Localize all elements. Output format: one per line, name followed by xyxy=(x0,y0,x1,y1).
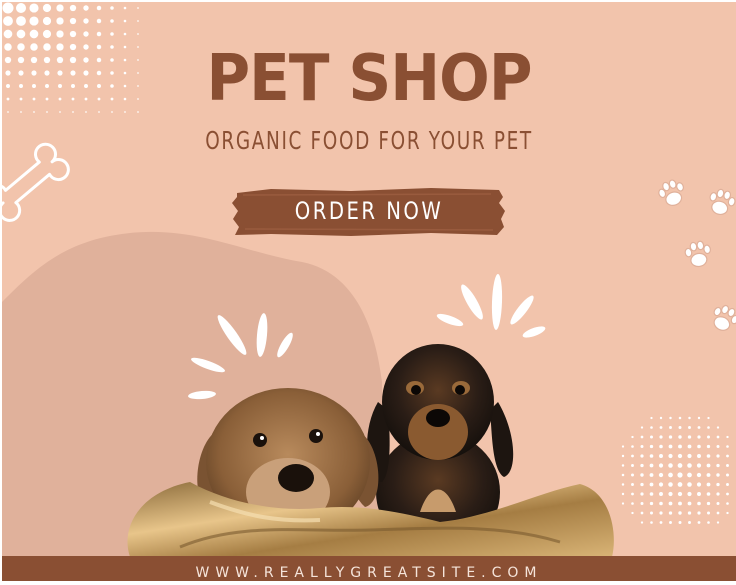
footer-bar: WWW.REALLYGREATSITE.COM xyxy=(2,556,736,581)
bone-icon xyxy=(2,142,70,222)
page-title: PET SHOP xyxy=(206,42,532,116)
halftone-dots-bottom-right xyxy=(621,416,729,524)
order-now-label: ORDER NOW xyxy=(294,197,444,225)
paw-print-icon xyxy=(658,179,684,206)
paw-print-icon xyxy=(713,304,736,331)
website-link[interactable]: WWW.REALLYGREATSITE.COM xyxy=(2,565,736,581)
pet-shop-banner: PET SHOP ORGANIC FOOD FOR YOUR PET ORDER… xyxy=(2,2,736,581)
order-now-button[interactable]: ORDER NOW xyxy=(231,185,507,239)
paw-print-icon xyxy=(709,188,736,216)
paw-print-icon xyxy=(684,240,711,268)
puppies-in-bed-illustration xyxy=(127,344,614,557)
page-subtitle: ORGANIC FOOD FOR YOUR PET xyxy=(205,126,533,155)
